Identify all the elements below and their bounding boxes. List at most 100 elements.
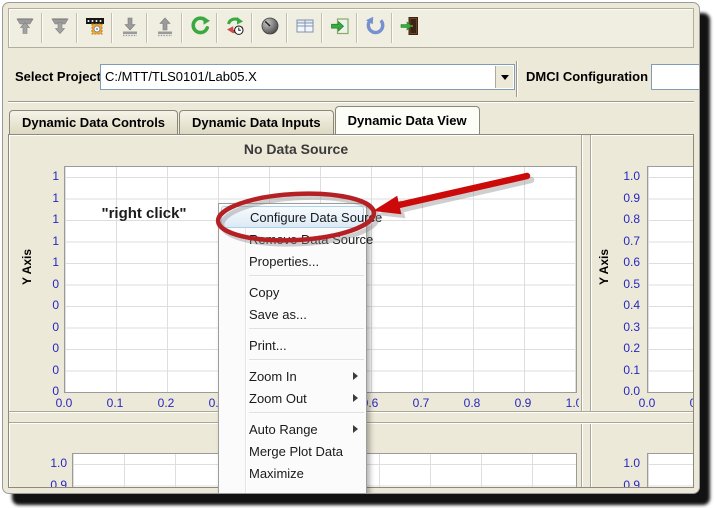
x-tick: 0.0	[55, 396, 73, 410]
y-tick: 1.0	[623, 169, 640, 183]
export-up-button[interactable]	[149, 12, 180, 44]
exit-door-icon	[399, 15, 421, 42]
open-panel-icon	[329, 15, 351, 42]
menu-item-properties[interactable]: Properties...	[219, 250, 366, 272]
x-tick: 0.2	[157, 396, 175, 410]
export-up-icon	[154, 15, 176, 42]
tab-bar: Dynamic Data Controls Dynamic Data Input…	[9, 106, 481, 134]
dmci-configuration-field[interactable]	[651, 64, 699, 90]
combo-dropdown-button[interactable]	[495, 66, 513, 88]
y-tick: 0.6	[623, 255, 640, 269]
vertical-divider	[516, 61, 518, 97]
refresh-button[interactable]	[184, 12, 215, 44]
chart-panel-bottom-right[interactable]: 1.0 0.9	[589, 423, 693, 488]
y-tick: 1	[52, 233, 59, 248]
toolbar-separator	[356, 13, 358, 43]
exit-button[interactable]	[394, 12, 425, 44]
submenu-arrow-icon	[353, 372, 358, 380]
menu-item-maximize[interactable]: Maximize	[219, 462, 366, 484]
menu-item-label: Print...	[249, 337, 287, 353]
project-path-value: C:/MTT/TLS0101/Lab05.X	[105, 69, 257, 84]
refresh-icon	[189, 15, 211, 42]
y-tick: 0.9	[50, 477, 67, 488]
y-tick: 1.0	[623, 456, 640, 470]
y-tick: 0.4	[623, 298, 640, 312]
x-tick: 1.0	[565, 396, 579, 410]
y-tick: 0	[52, 298, 59, 312]
toolbar	[8, 8, 694, 48]
menu-item-auto-range[interactable]: Auto Range	[219, 418, 366, 440]
x-tick: 0.1	[681, 396, 693, 410]
menu-separator	[249, 412, 364, 414]
menu-item-label: Maximize	[249, 465, 304, 481]
film-settings-button[interactable]	[79, 12, 110, 44]
menu-item-label: Zoom Out	[249, 390, 307, 406]
menu-item-label: Save as...	[249, 306, 307, 322]
knob-button[interactable]	[254, 12, 285, 44]
menu-item-label: Copy	[249, 284, 280, 300]
menu-item-copy[interactable]: Copy	[219, 281, 366, 303]
open-panel-button[interactable]	[324, 12, 355, 44]
y-tick: 0.9	[623, 190, 640, 205]
y-tick: 0	[52, 276, 59, 291]
y-tick: 1	[52, 190, 59, 205]
y-tick: 0.3	[623, 319, 640, 334]
y-tick: 0	[52, 362, 59, 377]
chevron-down-icon	[500, 74, 509, 80]
menu-item-label: Merge Plot Data	[249, 443, 343, 459]
menu-separator	[249, 328, 364, 330]
transfer-down-button[interactable]	[44, 12, 75, 44]
menu-item-label: Zoom In	[249, 368, 297, 384]
tab-dynamic-data-inputs[interactable]: Dynamic Data Inputs	[179, 110, 334, 134]
reload-clock-icon	[224, 15, 246, 42]
import-down-button[interactable]	[114, 12, 145, 44]
menu-item-remove-data-source[interactable]: Remove Data Source	[219, 228, 373, 250]
toolbar-separator	[251, 13, 253, 43]
x-tick: 0.7	[412, 396, 430, 410]
menu-item-label: Configure Data Source	[250, 209, 383, 225]
plot-area[interactable]	[647, 166, 693, 393]
chart-title: No Data Source	[243, 141, 349, 157]
transfer-down-icon	[49, 15, 71, 42]
horizontal-divider	[8, 101, 694, 103]
x-tick: 0.1	[106, 396, 124, 410]
tab-dynamic-data-view[interactable]: Dynamic Data View	[334, 106, 480, 134]
grid-view-button[interactable]	[289, 12, 320, 44]
menu-item-save-as[interactable]: Save as...	[219, 303, 366, 325]
menu-item-print[interactable]: Print...	[219, 334, 366, 356]
chart-panel-top-right[interactable]: Y Axis 1.0 0.9 0.8 0.7 0.6 0.5 0.4 0.3 0…	[589, 136, 693, 410]
tab-dynamic-data-controls[interactable]: Dynamic Data Controls	[9, 110, 179, 134]
select-project-label: Select Project	[15, 69, 101, 84]
toolbar-separator	[41, 13, 43, 43]
y-tick: 0.1	[623, 362, 640, 377]
transfer-up-icon	[14, 15, 36, 42]
reload-clock-button[interactable]	[219, 12, 250, 44]
project-combobox[interactable]: C:/MTT/TLS0101/Lab05.X	[100, 64, 515, 90]
y-tick: 0.5	[623, 276, 640, 291]
toolbar-separator	[146, 13, 148, 43]
menu-separator	[249, 359, 364, 361]
application-window: Select Project C:/MTT/TLS0101/Lab05.X DM…	[2, 2, 700, 494]
y-tick: 1.0	[50, 456, 67, 470]
x-tick: 0.0	[638, 396, 656, 410]
toolbar-separator	[286, 13, 288, 43]
submenu-arrow-icon	[353, 425, 358, 433]
context-menu: Configure Data Source Remove Data Source…	[218, 203, 382, 493]
x-tick: 0.9	[514, 396, 532, 410]
y-tick: 1	[52, 169, 59, 183]
undo-button[interactable]	[359, 12, 390, 44]
submenu-arrow-icon	[353, 394, 358, 402]
y-tick: 0.7	[623, 233, 640, 248]
transfer-up-button[interactable]	[9, 12, 40, 44]
menu-item-configure-data-source[interactable]: Configure Data Source	[221, 206, 382, 228]
y-tick: 0.2	[623, 341, 640, 355]
menu-item-zoom-in[interactable]: Zoom In	[219, 365, 366, 387]
undo-icon	[364, 15, 386, 42]
plot-area[interactable]	[647, 453, 693, 487]
menu-item-zoom-out[interactable]: Zoom Out	[219, 387, 366, 409]
menu-item-label: Remove Data Source	[249, 231, 374, 247]
toolbar-separator	[321, 13, 323, 43]
y-tick: 0.9	[623, 477, 640, 488]
toolbar-separator	[181, 13, 183, 43]
menu-item-merge-plot-data[interactable]: Merge Plot Data	[219, 440, 366, 462]
